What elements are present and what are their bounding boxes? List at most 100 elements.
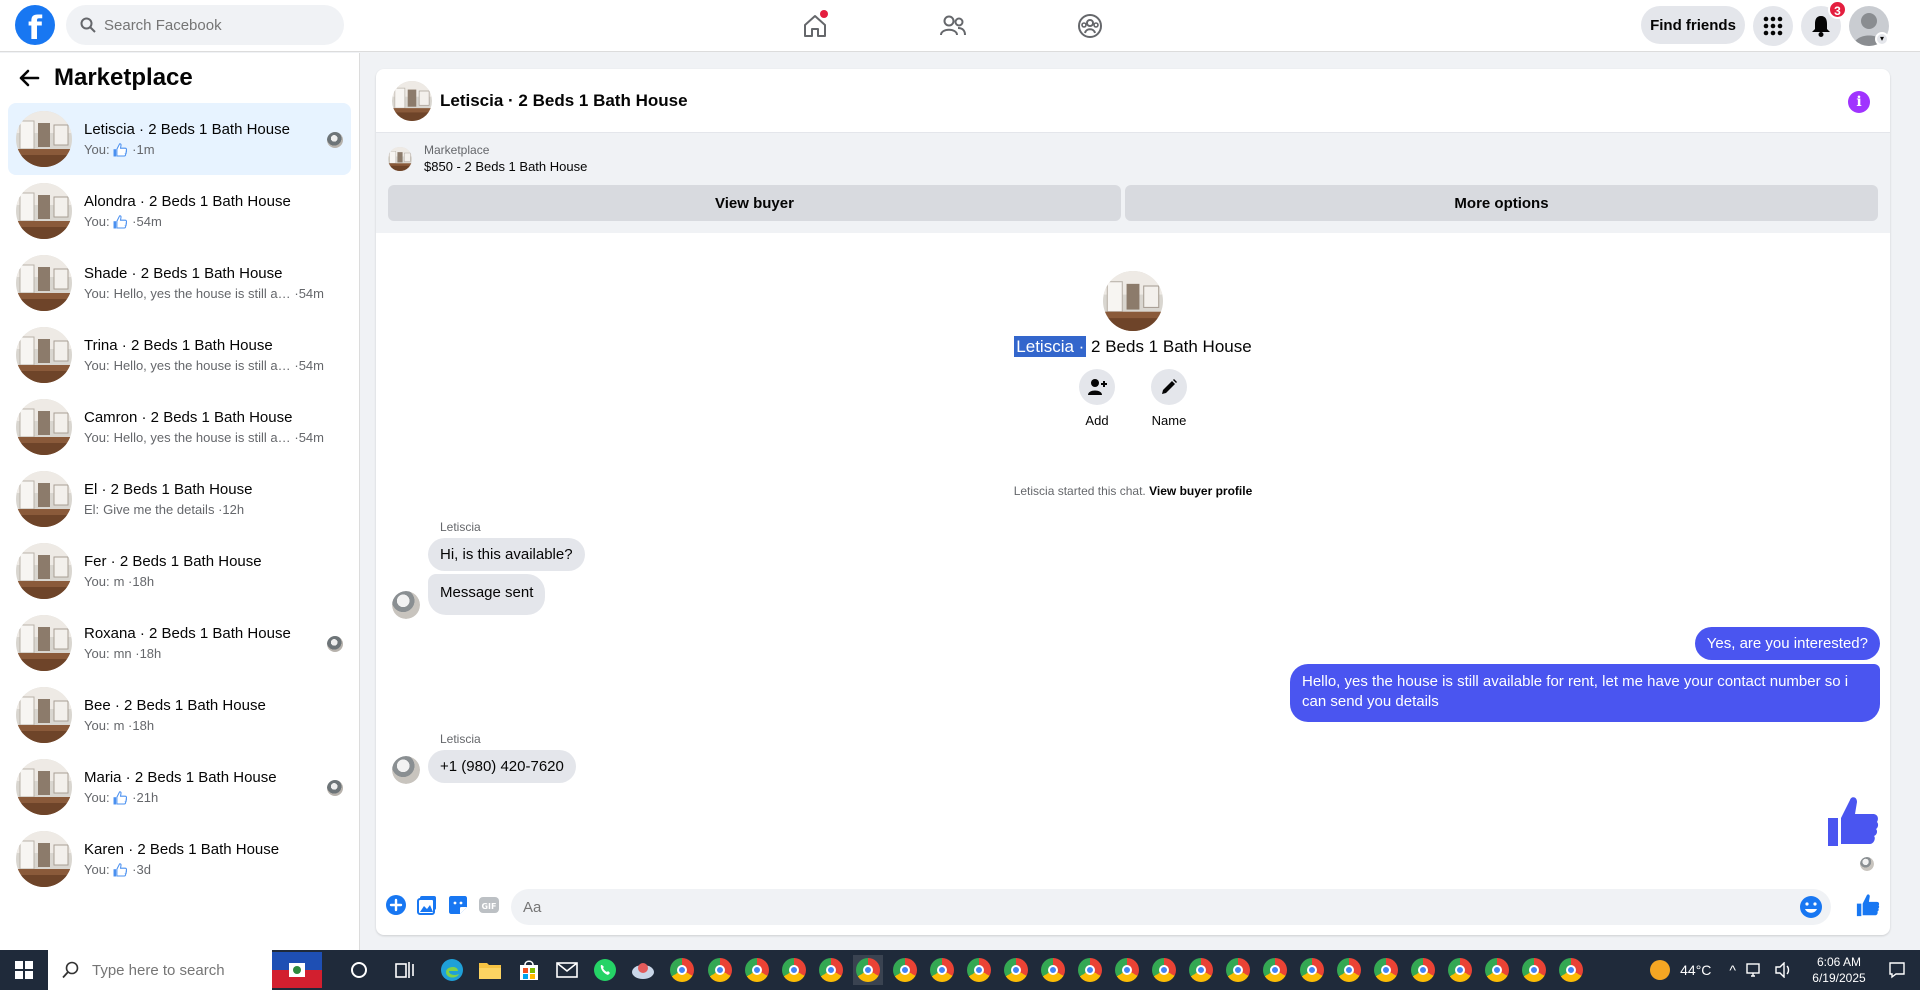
network-icon[interactable] bbox=[1746, 962, 1764, 978]
chrome-window-button[interactable] bbox=[1075, 955, 1105, 985]
bell-icon bbox=[1812, 16, 1830, 37]
view-buyer-profile-link[interactable]: View buyer profile bbox=[1149, 484, 1252, 498]
chrome-window-button[interactable] bbox=[1112, 955, 1142, 985]
cortana-button[interactable] bbox=[344, 955, 374, 985]
conversation-item[interactable]: Letiscia · 2 Beds 1 Bath House You: · 1m bbox=[8, 103, 351, 175]
taskbar-search[interactable] bbox=[48, 950, 272, 990]
start-button[interactable] bbox=[0, 950, 48, 990]
groups-icon bbox=[1078, 14, 1102, 38]
chrome-window-button[interactable] bbox=[779, 955, 809, 985]
conversation-item[interactable]: El · 2 Beds 1 Bath House El: Give me the d… bbox=[8, 463, 351, 535]
add-action[interactable]: Add bbox=[1077, 369, 1117, 428]
preview-time: 18h bbox=[139, 646, 162, 661]
incoming-message[interactable]: Message sent bbox=[428, 574, 546, 615]
conversation-item[interactable]: Roxana · 2 Beds 1 Bath House You: mn · 18h bbox=[8, 607, 351, 679]
chrome-window-button[interactable] bbox=[667, 955, 697, 985]
sender-avatar[interactable] bbox=[392, 591, 420, 619]
incoming-message[interactable]: Hi, is this available? bbox=[428, 538, 585, 571]
message-input[interactable] bbox=[511, 889, 1771, 925]
notifications-button[interactable]: 3 bbox=[1801, 0, 1847, 46]
temperature: 44°C bbox=[1680, 962, 1712, 978]
chrome-window-button[interactable] bbox=[1297, 955, 1327, 985]
taskbar-search-input[interactable] bbox=[92, 961, 262, 979]
back-arrow-icon[interactable] bbox=[18, 68, 40, 88]
conversation-item[interactable]: Alondra · 2 Beds 1 Bath House You: · 54m bbox=[8, 175, 351, 247]
chrome-window-button[interactable] bbox=[1445, 955, 1475, 985]
weather-widget[interactable]: 44°C bbox=[1650, 960, 1711, 980]
chrome-window-button[interactable] bbox=[927, 955, 957, 985]
profile-avatar[interactable] bbox=[1103, 271, 1163, 331]
preview-time: 18h bbox=[132, 574, 155, 589]
conversation-item[interactable]: Camron · 2 Beds 1 Bath House You: Hello, y… bbox=[8, 391, 351, 463]
listing-price-title[interactable]: $850 - 2 Beds 1 Bath House bbox=[424, 159, 587, 174]
thumbs-up-icon bbox=[1856, 894, 1880, 917]
listing-thumbnail[interactable] bbox=[388, 146, 412, 171]
chevron-up-icon[interactable]: ^ bbox=[1729, 962, 1736, 978]
sender-avatar[interactable] bbox=[392, 756, 420, 784]
chrome-window-button[interactable] bbox=[705, 955, 735, 985]
mail-app[interactable] bbox=[552, 955, 582, 985]
chrome-window-button[interactable] bbox=[1001, 955, 1031, 985]
conversation-item[interactable]: Shade · 2 Beds 1 Bath House You: Hello, ye… bbox=[8, 247, 351, 319]
info-icon[interactable]: i bbox=[1848, 91, 1870, 113]
sent-like[interactable] bbox=[1826, 794, 1880, 852]
outgoing-message[interactable]: Yes, are you interested? bbox=[1694, 627, 1880, 660]
chrome-window-button[interactable] bbox=[1038, 955, 1068, 985]
search-box[interactable] bbox=[66, 5, 344, 45]
find-friends-button[interactable]: Find friends bbox=[1641, 6, 1745, 44]
conversation-item[interactable]: Bee · 2 Beds 1 Bath House You: m · 18h bbox=[8, 679, 351, 751]
outgoing-message[interactable]: Hello, yes the house is still available … bbox=[1290, 664, 1880, 722]
search-highlight-image[interactable] bbox=[272, 952, 322, 988]
chrome-window-button[interactable] bbox=[1482, 955, 1512, 985]
chrome-window-button[interactable] bbox=[1223, 955, 1253, 985]
facebook-logo[interactable]: f bbox=[15, 5, 55, 45]
chrome-window-button[interactable] bbox=[1149, 955, 1179, 985]
whatsapp-app[interactable] bbox=[590, 955, 620, 985]
task-view-button[interactable] bbox=[390, 955, 420, 985]
pinned-app[interactable] bbox=[628, 955, 658, 985]
conversation-item[interactable]: Maria · 2 Beds 1 Bath House You: · 21h bbox=[8, 751, 351, 823]
send-like-button[interactable] bbox=[1856, 893, 1880, 921]
store-app[interactable] bbox=[514, 955, 544, 985]
sticker-button[interactable] bbox=[446, 893, 470, 917]
conversation-item[interactable]: Trina · 2 Beds 1 Bath House You: Hello, ye… bbox=[8, 319, 351, 391]
volume-icon[interactable] bbox=[1774, 962, 1792, 978]
attach-photo-button[interactable] bbox=[415, 893, 439, 917]
menu-button[interactable] bbox=[1753, 6, 1793, 46]
notification-center-icon[interactable] bbox=[1888, 961, 1906, 979]
clock[interactable]: 6:06 AM 6/19/2025 bbox=[1804, 954, 1874, 986]
gif-button[interactable]: GIF bbox=[477, 893, 501, 917]
name-action[interactable]: Name bbox=[1149, 369, 1189, 428]
search-input[interactable] bbox=[104, 16, 324, 34]
chrome-window-button[interactable] bbox=[1408, 955, 1438, 985]
chevron-down-icon[interactable]: ▾ bbox=[1875, 32, 1889, 46]
add-person-icon bbox=[1088, 379, 1107, 395]
chrome-window-button[interactable] bbox=[853, 955, 883, 985]
chrome-window-button[interactable] bbox=[1334, 955, 1364, 985]
conversation-item[interactable]: Karen · 2 Beds 1 Bath House You: · 3d bbox=[8, 823, 351, 895]
groups-nav[interactable] bbox=[1072, 8, 1108, 44]
home-nav[interactable] bbox=[797, 8, 833, 44]
edge-app[interactable] bbox=[437, 955, 467, 985]
view-buyer-button[interactable]: View buyer bbox=[388, 185, 1121, 221]
chrome-window-button[interactable] bbox=[1260, 955, 1290, 985]
emoji-button[interactable] bbox=[1799, 895, 1823, 919]
preview-time: 54m bbox=[136, 214, 162, 229]
chat-avatar[interactable] bbox=[392, 80, 432, 121]
chrome-window-button[interactable] bbox=[964, 955, 994, 985]
incoming-message[interactable]: +1 (980) 420-7620 bbox=[428, 750, 576, 783]
chrome-window-button[interactable] bbox=[1186, 955, 1216, 985]
friends-nav[interactable] bbox=[935, 8, 971, 44]
more-options-button[interactable]: More options bbox=[1125, 185, 1878, 221]
chat-title[interactable]: Letiscia · 2 Beds 1 Bath House bbox=[440, 91, 688, 111]
chrome-window-button[interactable] bbox=[742, 955, 772, 985]
chrome-window-button[interactable] bbox=[1519, 955, 1549, 985]
plus-circle-icon bbox=[386, 895, 406, 915]
chrome-window-button[interactable] bbox=[1556, 955, 1586, 985]
conversation-item[interactable]: Fer · 2 Beds 1 Bath House You: m · 18h bbox=[8, 535, 351, 607]
chrome-window-button[interactable] bbox=[816, 955, 846, 985]
chrome-window-button[interactable] bbox=[890, 955, 920, 985]
chrome-window-button[interactable] bbox=[1371, 955, 1401, 985]
file-explorer-app[interactable] bbox=[475, 955, 505, 985]
more-actions-button[interactable] bbox=[384, 893, 408, 917]
